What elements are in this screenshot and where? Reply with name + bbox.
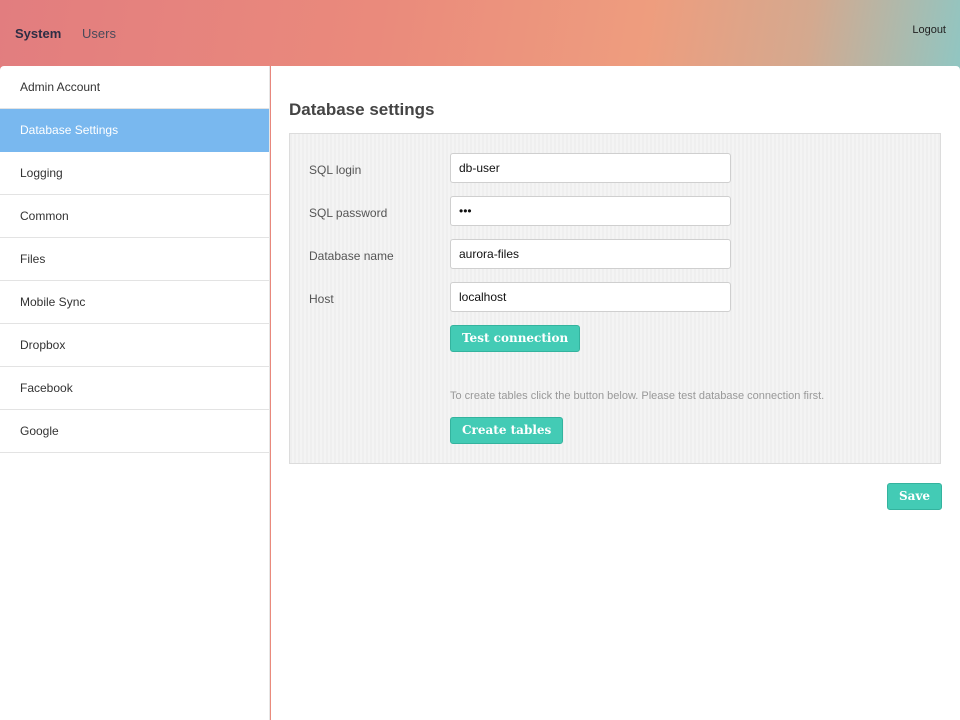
- host-input[interactable]: [450, 282, 731, 312]
- sql-login-label: SQL login: [309, 163, 362, 177]
- tab-users[interactable]: Users: [82, 26, 116, 41]
- sidebar-item-common[interactable]: Common: [0, 195, 269, 238]
- test-connection-button[interactable]: Test connection: [450, 325, 581, 352]
- create-tables-button[interactable]: Create tables: [450, 417, 564, 444]
- database-settings-form: SQL login SQL password Database name Hos…: [289, 133, 941, 464]
- top-navigation-bar: System Users Logout: [0, 0, 960, 66]
- logout-link[interactable]: Logout: [912, 24, 946, 36]
- create-tables-hint: To create tables click the button below.…: [450, 390, 825, 402]
- database-name-label: Database name: [309, 249, 394, 263]
- sidebar-item-google[interactable]: Google: [0, 410, 269, 453]
- page-title: Database settings: [289, 100, 435, 119]
- sidebar-item-dropbox[interactable]: Dropbox: [0, 324, 269, 367]
- sql-login-input[interactable]: [450, 153, 731, 183]
- sidebar: Admin Account Database Settings Logging …: [0, 66, 270, 720]
- sql-password-label: SQL password: [309, 206, 388, 220]
- database-name-input[interactable]: [450, 239, 731, 269]
- sidebar-item-facebook[interactable]: Facebook: [0, 367, 269, 410]
- save-button[interactable]: Save: [887, 483, 943, 510]
- tab-system[interactable]: System: [15, 26, 61, 41]
- sidebar-item-mobile-sync[interactable]: Mobile Sync: [0, 281, 269, 324]
- sidebar-item-admin-account[interactable]: Admin Account: [0, 66, 269, 109]
- sidebar-item-files[interactable]: Files: [0, 238, 269, 281]
- sql-password-input[interactable]: [450, 196, 731, 226]
- host-label: Host: [309, 292, 334, 306]
- sidebar-item-database-settings[interactable]: Database Settings: [0, 109, 269, 152]
- sidebar-item-logging[interactable]: Logging: [0, 152, 269, 195]
- main-content: Database settings SQL login SQL password…: [271, 66, 960, 720]
